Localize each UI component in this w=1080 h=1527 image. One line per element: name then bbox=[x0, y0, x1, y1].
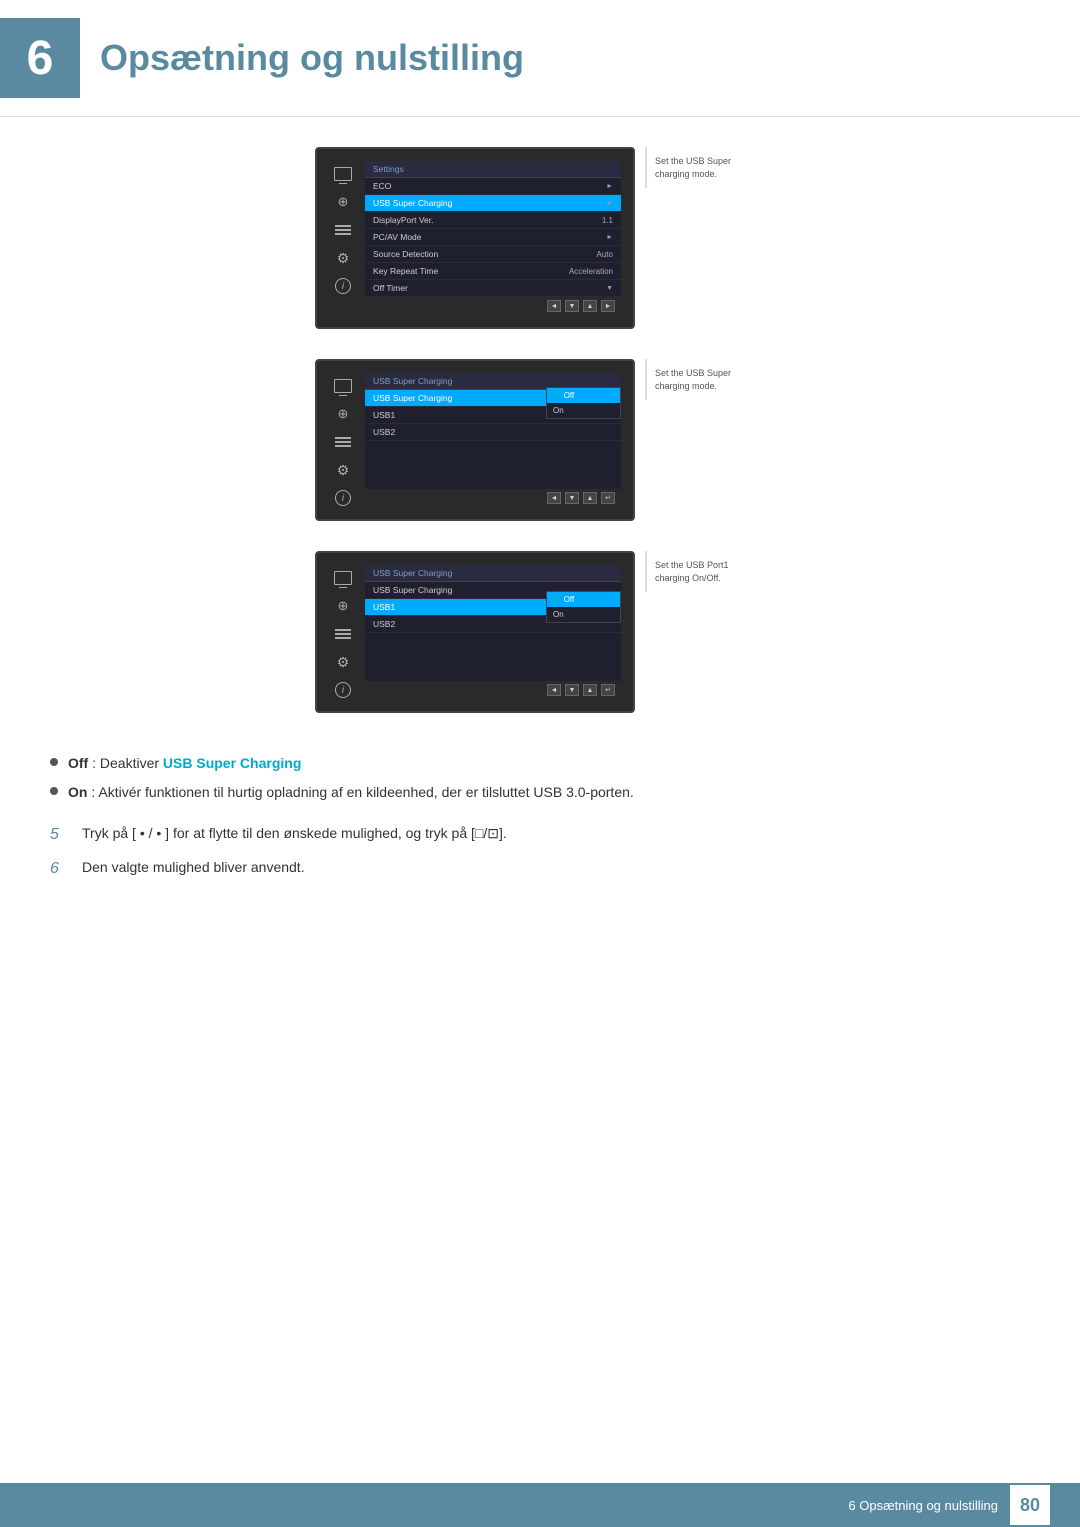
menu-item-dp: DisplayPort Ver. 1.1 bbox=[365, 212, 621, 229]
bullet-on-label: On bbox=[68, 784, 87, 800]
icons-col-3: ⊕ ⚙ i bbox=[329, 565, 357, 699]
screen-3: USB Super Charging USB Super Charging US… bbox=[365, 565, 621, 699]
lines-icon-2 bbox=[332, 433, 354, 451]
menu-panel-1: Settings ECO ► USB Super Charging ► Disp… bbox=[365, 161, 621, 297]
menu-item-source: Source Detection Auto bbox=[365, 246, 621, 263]
ctrl-up-2[interactable]: ▲ bbox=[583, 492, 597, 504]
panel-row-3: ⊕ ⚙ i USB Super Charging bbox=[315, 551, 765, 713]
bullet-on-text: : Aktivér funktionen til hurtig opladnin… bbox=[91, 784, 633, 800]
bullet-off-highlight: USB Super Charging bbox=[163, 755, 301, 771]
menu-item-usb2-2: USB2 bbox=[365, 424, 621, 441]
menu-item-eco: ECO ► bbox=[365, 178, 621, 195]
page-footer: 6 Opsætning og nulstilling 80 bbox=[0, 1483, 1080, 1527]
step-6-num: 6 bbox=[50, 857, 70, 881]
icons-col-2: ⊕ ⚙ i bbox=[329, 373, 357, 507]
submenu-on-3: On bbox=[547, 607, 620, 622]
controls-bar-3: ◄ ▼ ▲ ↵ bbox=[365, 681, 621, 699]
panel-row-2: ⊕ ⚙ i USB Super Charging bbox=[315, 359, 765, 521]
step-5: 5 Tryk på [ • / • ] for at flytte til de… bbox=[50, 823, 1030, 847]
menu-panel-3: USB Super Charging USB Super Charging US… bbox=[365, 565, 621, 681]
menu-panel-2: USB Super Charging USB Super Charging US… bbox=[365, 373, 621, 489]
menu-item-offtimer: Off Timer ▼ bbox=[365, 280, 621, 297]
info-icon-2: i bbox=[332, 489, 354, 507]
footer-page-number: 80 bbox=[1010, 1485, 1050, 1525]
ctrl-left-1[interactable]: ◄ bbox=[547, 300, 561, 312]
page-header: 6 Opsætning og nulstilling bbox=[0, 0, 1080, 117]
controls-bar-1: ◄ ▼ ▲ ► bbox=[365, 297, 621, 315]
monitor-bezel-3: ⊕ ⚙ i USB Super Charging bbox=[315, 551, 635, 713]
chapter-number: 6 bbox=[27, 31, 54, 86]
footer-text: 6 Opsætning og nulstilling bbox=[848, 1498, 998, 1513]
submenu-on-2: On bbox=[547, 403, 620, 418]
lines-icon bbox=[332, 221, 354, 239]
monitor-icon bbox=[332, 165, 354, 183]
submenu-3: ✓ Off On bbox=[546, 591, 621, 623]
chapter-badge: 6 bbox=[0, 18, 80, 98]
step-6-text: Den valgte mulighed bliver anvendt. bbox=[82, 857, 305, 878]
arrows-icon: ⊕ bbox=[332, 193, 354, 211]
screen-2: USB Super Charging USB Super Charging US… bbox=[365, 373, 621, 507]
info-icon: i bbox=[332, 277, 354, 295]
step-5-text: Tryk på [ • / • ] for at flytte til den … bbox=[82, 823, 507, 844]
step-5-num: 5 bbox=[50, 823, 70, 847]
bullet-list: Off : Deaktiver USB Super Charging On : … bbox=[50, 753, 1030, 803]
gear-icon: ⚙ bbox=[332, 249, 354, 267]
bullet-dot-2 bbox=[50, 787, 58, 795]
menu-item-pcav: PC/AV Mode ► bbox=[365, 229, 621, 246]
gear-icon-2: ⚙ bbox=[332, 461, 354, 479]
menu-title-1: Settings bbox=[365, 161, 621, 178]
submenu-2: ✓ Off On bbox=[546, 387, 621, 419]
ctrl-left-2[interactable]: ◄ bbox=[547, 492, 561, 504]
submenu-off-3: ✓ Off bbox=[547, 592, 620, 607]
bullet-item-off: Off : Deaktiver USB Super Charging bbox=[50, 753, 1030, 774]
menu-title-3: USB Super Charging bbox=[365, 565, 621, 582]
ctrl-down-1[interactable]: ▼ bbox=[565, 300, 579, 312]
bullet-dot-1 bbox=[50, 758, 58, 766]
info-icon-3: i bbox=[332, 681, 354, 699]
page-title: Opsætning og nulstilling bbox=[100, 37, 524, 79]
controls-bar-2: ◄ ▼ ▲ ↵ bbox=[365, 489, 621, 507]
ctrl-down-2[interactable]: ▼ bbox=[565, 492, 579, 504]
ctrl-enter-3[interactable]: ↵ bbox=[601, 684, 615, 696]
ctrl-enter-2[interactable]: ↵ bbox=[601, 492, 615, 504]
bullet-item-on: On : Aktivér funktionen til hurtig oplad… bbox=[50, 782, 1030, 803]
panel-row-1: ⊕ ⚙ i Settings bbox=[315, 147, 765, 329]
submenu-off-2: ✓ Off bbox=[547, 388, 620, 403]
bullet-off-text: : Deaktiver bbox=[92, 755, 163, 771]
lines-icon-3 bbox=[332, 625, 354, 643]
help-text-1: Set the USB Super charging mode. bbox=[645, 147, 765, 188]
monitor-bezel-1: ⊕ ⚙ i Settings bbox=[315, 147, 635, 329]
content-area: ⊕ ⚙ i Settings bbox=[0, 147, 1080, 951]
menu-item-usb-charging: USB Super Charging ► bbox=[365, 195, 621, 212]
help-text-3: Set the USB Port1 charging On/Off. bbox=[645, 551, 765, 592]
arrows-icon-3: ⊕ bbox=[332, 597, 354, 615]
help-text-2: Set the USB Super charging mode. bbox=[645, 359, 765, 400]
ctrl-up-3[interactable]: ▲ bbox=[583, 684, 597, 696]
step-6: 6 Den valgte mulighed bliver anvendt. bbox=[50, 857, 1030, 881]
panels-area: ⊕ ⚙ i Settings bbox=[50, 147, 1030, 713]
ctrl-down-3[interactable]: ▼ bbox=[565, 684, 579, 696]
bullet-off-label: Off bbox=[68, 755, 88, 771]
ctrl-left-3[interactable]: ◄ bbox=[547, 684, 561, 696]
monitor-icon-2 bbox=[332, 377, 354, 395]
arrows-icon-2: ⊕ bbox=[332, 405, 354, 423]
monitor-bezel-2: ⊕ ⚙ i USB Super Charging bbox=[315, 359, 635, 521]
ctrl-right-1[interactable]: ► bbox=[601, 300, 615, 312]
monitor-icon-3 bbox=[332, 569, 354, 587]
screen-1: Settings ECO ► USB Super Charging ► Disp… bbox=[365, 161, 621, 315]
menu-item-keyrepeat: Key Repeat Time Acceleration bbox=[365, 263, 621, 280]
gear-icon-3: ⚙ bbox=[332, 653, 354, 671]
icons-col-1: ⊕ ⚙ i bbox=[329, 161, 357, 315]
ctrl-up-1[interactable]: ▲ bbox=[583, 300, 597, 312]
